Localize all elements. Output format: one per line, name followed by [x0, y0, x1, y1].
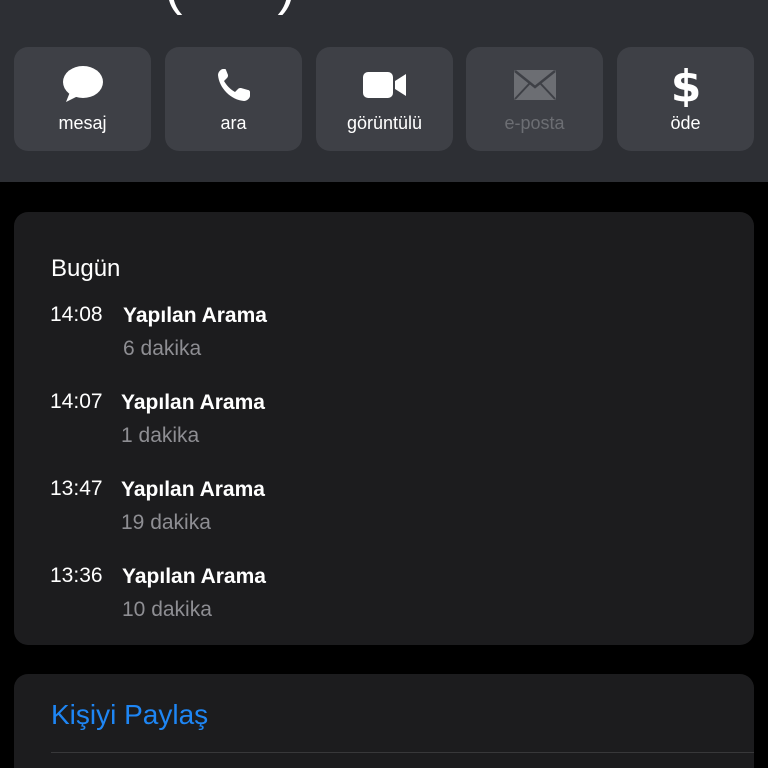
- message-bubble-icon: [14, 65, 151, 105]
- svg-text:$: $: [671, 63, 701, 107]
- call-button[interactable]: ara: [165, 47, 302, 151]
- call-time: 13:36: [50, 564, 103, 587]
- call-type: Yapılan Arama: [121, 391, 265, 414]
- contact-name: ( ): [150, 0, 350, 16]
- video-call-button[interactable]: görüntülü: [316, 47, 453, 151]
- call-history-row: 14:08 Yapılan Arama 6 dakika: [0, 301, 768, 371]
- call-duration: 10 dakika: [122, 598, 212, 621]
- video-call-button-label: görüntülü: [346, 113, 423, 133]
- call-duration: 19 dakika: [121, 511, 211, 534]
- divider: [51, 752, 754, 753]
- call-type: Yapılan Arama: [122, 565, 266, 588]
- message-button[interactable]: mesaj: [14, 47, 151, 151]
- call-duration: 6 dakika: [123, 337, 202, 360]
- email-button[interactable]: e-posta: [466, 47, 603, 151]
- recent-calls-title: Bugün: [51, 255, 121, 282]
- call-time: 13:47: [50, 477, 103, 500]
- call-button-label: ara: [220, 113, 247, 133]
- video-camera-icon: [316, 65, 453, 105]
- pay-button[interactable]: $ öde: [617, 47, 754, 151]
- call-history-row: 13:36 Yapılan Arama 10 dakika: [0, 562, 768, 632]
- phone-icon: [165, 65, 302, 105]
- call-time: 14:07: [50, 390, 103, 413]
- pay-button-label: öde: [670, 113, 701, 133]
- call-type: Yapılan Arama: [121, 478, 265, 501]
- contact-detail-screen: ( ) mesaj ara: [0, 0, 768, 768]
- contact-header: ( ) mesaj ara: [0, 0, 768, 182]
- call-duration: 1 dakika: [121, 424, 200, 447]
- envelope-icon: [466, 65, 603, 105]
- call-history-row: 13:47 Yapılan Arama 19 dakika: [0, 475, 768, 545]
- call-time: 14:08: [50, 303, 103, 326]
- email-button-label: e-posta: [504, 113, 565, 133]
- message-button-label: mesaj: [58, 113, 107, 133]
- dollar-icon: $: [617, 63, 754, 107]
- share-contact-link[interactable]: Kişiyi Paylaş: [51, 698, 208, 732]
- call-history-row: 14:07 Yapılan Arama 1 dakika: [0, 388, 768, 458]
- call-type: Yapılan Arama: [123, 304, 267, 327]
